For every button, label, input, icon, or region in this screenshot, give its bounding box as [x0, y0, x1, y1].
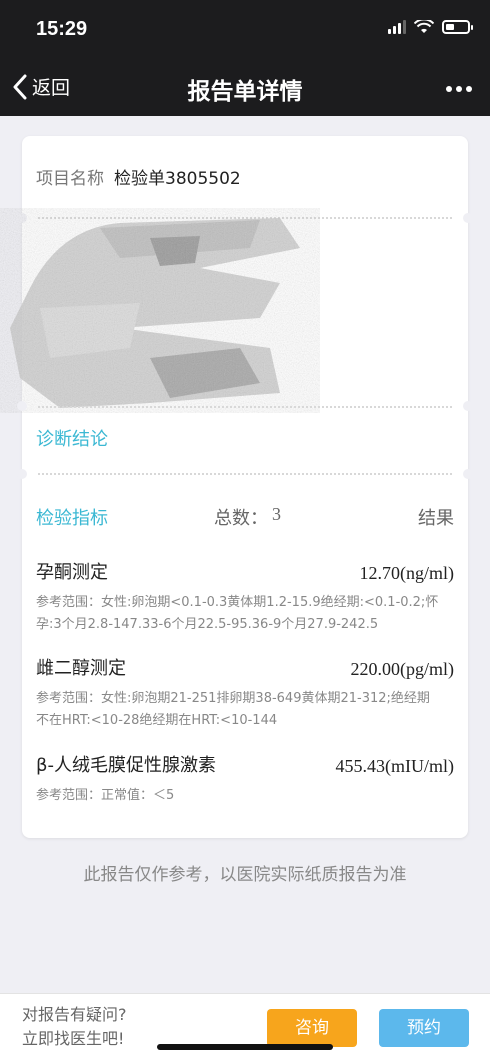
project-value: 检验单3805502 [114, 169, 241, 189]
signal-icon [388, 20, 406, 34]
total-count: 总数： 3 [214, 504, 281, 530]
total-label: 总数： [214, 508, 268, 529]
project-row: 项目名称 检验单3805502 [36, 164, 241, 189]
indicator-name: 孕酮测定 [36, 562, 108, 583]
reference-range: 参考范围：女性:卵泡期21-251排卵期38-649黄体期21-312;绝经期 … [36, 691, 430, 728]
reference-range: 参考范围：正常值：＜5 [36, 788, 175, 803]
indicator-value: 12.70(ng/ml) [359, 563, 455, 583]
ticket-notch [17, 469, 27, 479]
result-label: 结果 [418, 508, 454, 529]
status-time: 15:29 [36, 18, 88, 40]
home-indicator [157, 1044, 333, 1050]
total-value: 3 [272, 504, 281, 524]
ticket-notch [17, 401, 27, 411]
project-label: 项目名称 [36, 169, 104, 189]
consult-button[interactable]: 咨询 [267, 1009, 357, 1047]
question-line: 立即找医生吧! [22, 1029, 125, 1048]
page-title: 报告单详情 [187, 79, 303, 105]
report-card: 项目名称 检验单3805502 诊断结论 检验指标 总数： 3 结果 孕酮测定 … [0, 136, 473, 838]
reference-range: 参考范围：女性:卵泡期<0.1-0.3黄体期1.2-15.9绝经期:<0.1-0… [36, 595, 439, 632]
indicator-value: 220.00(pg/ml) [350, 659, 455, 679]
redacted-area [0, 208, 320, 413]
ticket-notch [463, 401, 473, 411]
book-appointment-button[interactable]: 预约 [379, 1009, 469, 1047]
indicator-item: β-人绒毛膜促性腺激素 455.43(mIU/ml) 参考范围：正常值：＜5 [36, 753, 454, 807]
ticket-notch [463, 213, 473, 223]
indicator-name: 雌二醇测定 [36, 658, 126, 679]
battery-icon [442, 20, 473, 34]
ticket-notch [463, 469, 473, 479]
indicators-title: 检验指标 [36, 508, 108, 529]
indicator-name: β-人绒毛膜促性腺激素 [36, 755, 216, 776]
question-line: 对报告有疑问? [22, 1005, 127, 1024]
indicator-value: 455.43(mIU/ml) [335, 756, 455, 776]
diagnosis-title: 诊断结论 [36, 429, 108, 450]
status-bar: 15:29 [0, 0, 490, 60]
divider [38, 473, 452, 475]
divider [38, 406, 452, 408]
question-prompt: 对报告有疑问? 立即找医生吧! [22, 1003, 127, 1051]
more-icon[interactable] [446, 86, 472, 92]
nav-bar: 返回 报告单详情 [0, 60, 490, 116]
indicator-item: 雌二醇测定 220.00(pg/ml) 参考范围：女性:卵泡期21-251排卵期… [36, 656, 454, 732]
disclaimer-text: 此报告仅作参考，以医院实际纸质报告为准 [83, 865, 407, 885]
status-icons [388, 20, 473, 34]
indicators-header: 检验指标 总数： 3 结果 [36, 504, 454, 530]
indicator-item: 孕酮测定 12.70(ng/ml) 参考范围：女性:卵泡期<0.1-0.3黄体期… [36, 560, 454, 636]
wifi-icon [414, 20, 434, 33]
